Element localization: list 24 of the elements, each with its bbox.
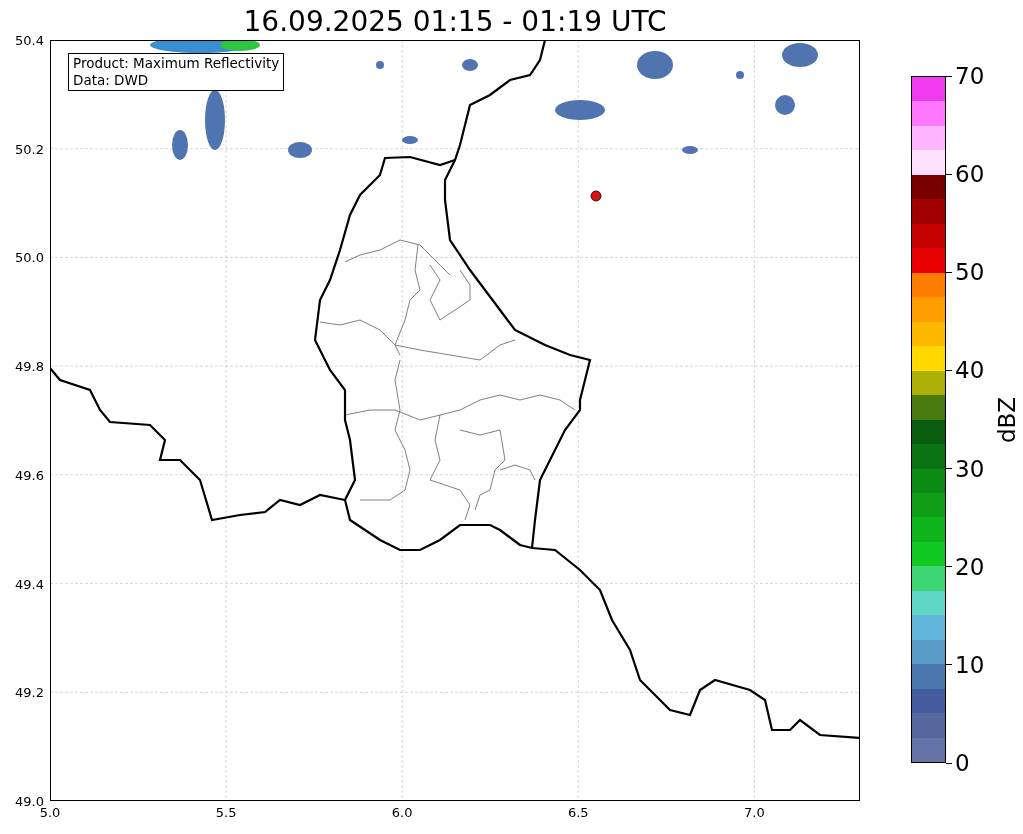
- x-tick-label: 6.5: [567, 805, 589, 820]
- colorbar-tick-label: 20: [955, 553, 985, 580]
- y-tick-label: 50.0: [15, 249, 44, 265]
- y-tick-label: 49.8: [15, 358, 44, 374]
- colorbar-label: dBZ: [994, 396, 1020, 443]
- y-tick-label: 50.2: [15, 141, 44, 157]
- colorbar-tick-label: 40: [955, 357, 985, 384]
- y-tick-label: 50.4: [15, 32, 44, 48]
- y-tick-label: 49.2: [15, 684, 44, 700]
- colorbar-tick-label: 30: [955, 455, 985, 482]
- y-tick-label: 49.6: [15, 467, 44, 483]
- x-tick-label: 7.0: [744, 805, 765, 820]
- colorbar-tick-label: 50: [955, 259, 985, 286]
- x-tick-label: 5.5: [215, 805, 237, 820]
- y-tick-label: 49.4: [15, 576, 44, 592]
- colorbar-tick-label: 60: [955, 161, 985, 188]
- info-text: Data: DWD: [73, 72, 150, 89]
- colorbar-tick-label: 70: [955, 63, 985, 89]
- info-text: Product: Maximum Reflectivity: [73, 55, 280, 72]
- colorbar-tick-label: 10: [955, 651, 985, 678]
- chart-title: 16.09.2025 01:15 - 01:19 UTC: [242, 4, 668, 40]
- x-tick-label: 6.0: [391, 805, 413, 820]
- colorbar-tick-label: 0: [955, 750, 970, 776]
- location-marker: [590, 190, 602, 202]
